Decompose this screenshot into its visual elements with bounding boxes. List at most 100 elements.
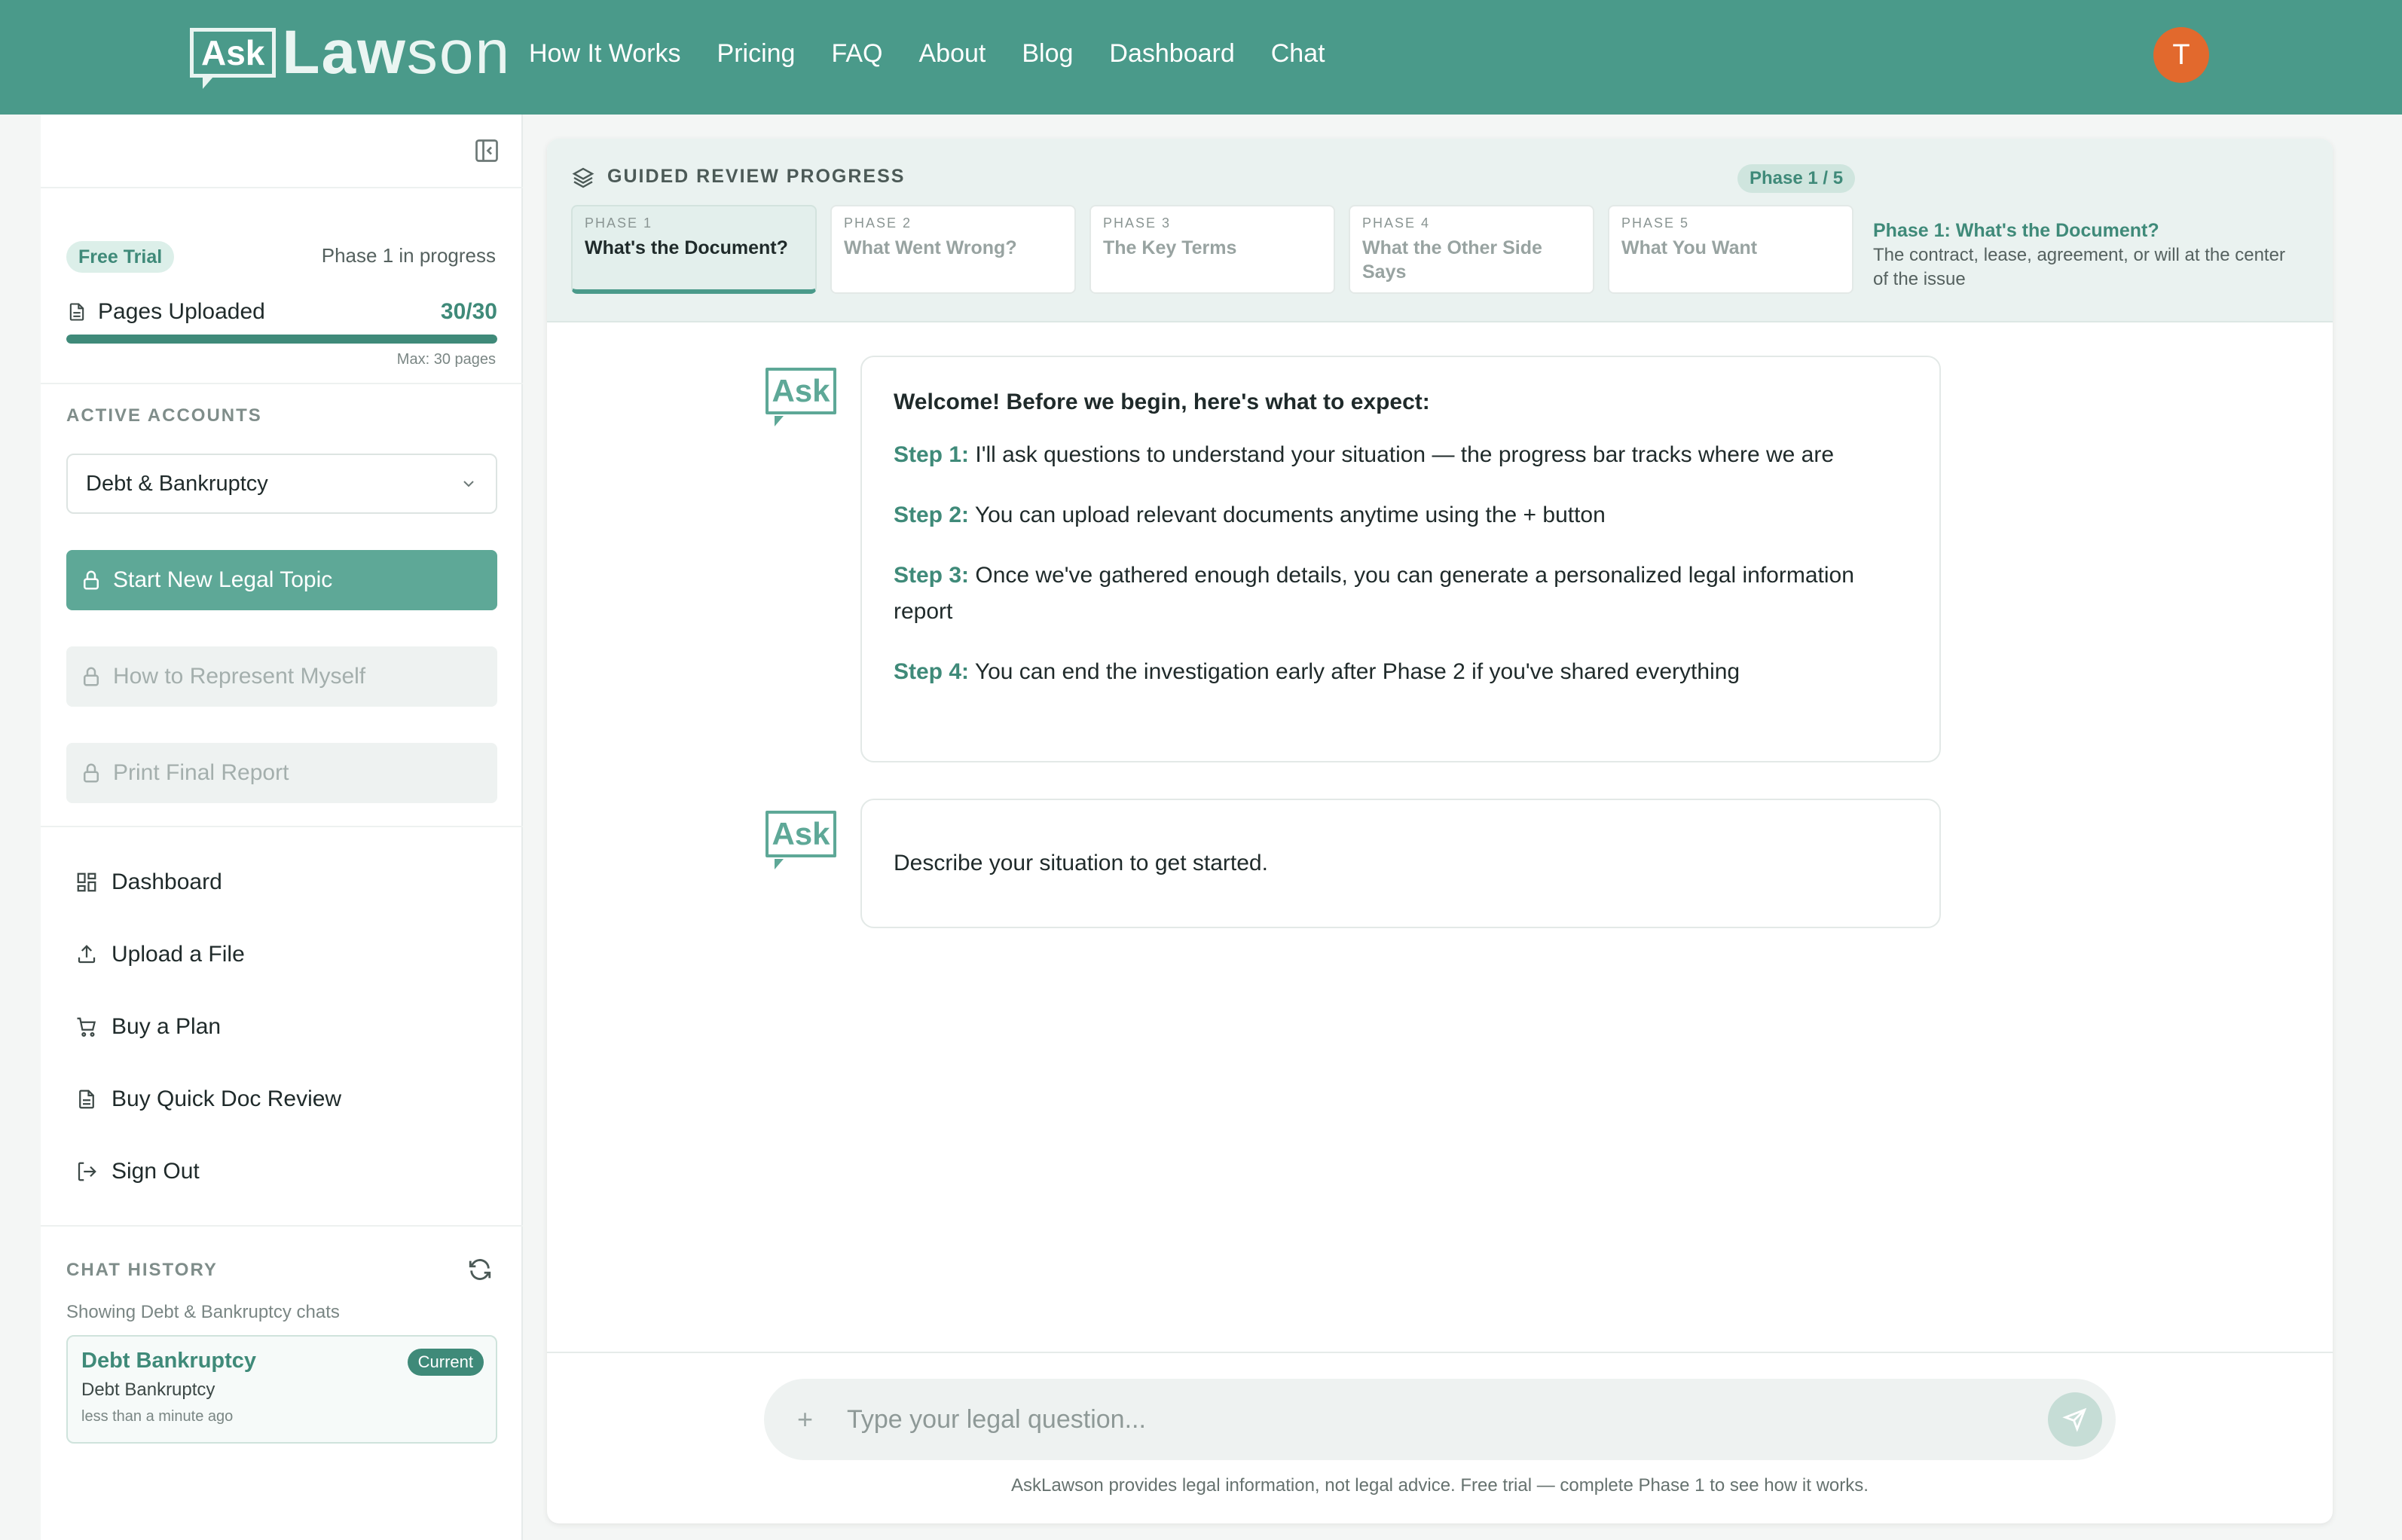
phase-step-4[interactable]: PHASE 4 What the Other Side Says <box>1349 205 1594 294</box>
chat-history-time: less than a minute ago <box>81 1408 234 1425</box>
chat-history-label: CHAT HISTORY <box>66 1260 218 1280</box>
logo-law-text: Law <box>282 18 407 87</box>
send-icon <box>2062 1407 2087 1432</box>
account-select-value: Debt & Bankruptcy <box>86 471 268 496</box>
nav-dashboard[interactable]: Dashboard <box>1109 36 1234 71</box>
pages-progress-fill <box>66 335 497 344</box>
sidebar: Free Trial Phase 1 in progress Pages Upl… <box>41 115 523 1540</box>
refresh-icon[interactable] <box>467 1257 493 1282</box>
sidebar-item-quick-doc-review[interactable]: Buy Quick Doc Review <box>75 1080 341 1118</box>
phase-number: PHASE 4 <box>1362 215 1431 231</box>
lock-icon <box>84 667 99 686</box>
chevron-down-icon <box>463 481 474 487</box>
step-text: You can upload relevant documents anytim… <box>974 503 1606 527</box>
phase-step-3[interactable]: PHASE 3 The Key Terms <box>1089 205 1335 294</box>
current-badge: Current <box>407 1349 484 1376</box>
sidebar-item-buy-plan[interactable]: Buy a Plan <box>75 1008 221 1046</box>
ask-assistant-avatar: Ask <box>766 811 836 869</box>
chat-history-item[interactable]: Debt Bankruptcy Debt Bankruptcy less tha… <box>66 1335 497 1444</box>
step-line: Step 1: I'll ask questions to understand… <box>894 437 1908 473</box>
start-new-topic-label: Start New Legal Topic <box>113 567 333 592</box>
nav-about[interactable]: About <box>918 36 986 71</box>
phase-name: What Went Wrong? <box>844 237 1017 258</box>
nav-pricing[interactable]: Pricing <box>717 36 796 71</box>
chat-history-subtitle: Debt Bankruptcy <box>81 1380 215 1400</box>
phase-step-5[interactable]: PHASE 5 What You Want <box>1608 205 1853 294</box>
phase-name: The Key Terms <box>1103 237 1237 258</box>
step-label: Step 3: <box>894 563 970 588</box>
document-icon <box>79 1089 94 1109</box>
pages-uploaded-label: Pages Uploaded <box>98 299 265 324</box>
print-final-report-label: Print Final Report <box>113 760 289 785</box>
guided-review-progress: GUIDED REVIEW PROGRESS Phase 1 / 5 PHASE… <box>547 139 2333 322</box>
send-button[interactable] <box>2048 1392 2102 1447</box>
cart-icon <box>77 1017 96 1037</box>
chat-panel: GUIDED REVIEW PROGRESS Phase 1 / 5 PHASE… <box>547 139 2333 1523</box>
layers-icon <box>572 167 594 188</box>
welcome-title: Welcome! Before we begin, here's what to… <box>894 390 1430 414</box>
active-accounts-label: ACTIVE ACCOUNTS <box>66 405 262 426</box>
current-phase-title: Phase 1: What's the Document? <box>1873 220 2159 241</box>
disclaimer-text: AskLawson provides legal information, no… <box>1011 1475 1869 1496</box>
free-trial-badge: Free Trial <box>66 241 175 273</box>
phase-status-text: Phase 1 in progress <box>321 244 496 267</box>
step-label: Step 2: <box>894 503 970 527</box>
represent-myself-label: How to Represent Myself <box>113 664 366 689</box>
step-line: Step 2: You can upload relevant document… <box>894 497 1908 533</box>
composer: + <box>764 1379 2116 1460</box>
top-nav-bar: Ask Law son How It Works Pricing FAQ Abo… <box>0 0 2402 115</box>
step-line: Step 4: You can end the investigation ea… <box>894 654 1908 690</box>
account-select[interactable]: Debt & Bankruptcy <box>66 454 497 514</box>
phase-step-2[interactable]: PHASE 2 What Went Wrong? <box>830 205 1076 294</box>
current-phase-description: Phase 1: What's the Document? The contra… <box>1873 220 2295 292</box>
step-text: Once we've gathered enough details, you … <box>894 563 1854 624</box>
chat-history-filter-note: Showing Debt & Bankruptcy chats <box>66 1302 340 1322</box>
step-text: You can end the investigation early afte… <box>974 659 1740 684</box>
step-line: Step 3: Once we've gathered enough detai… <box>894 558 1908 630</box>
nav-how-it-works[interactable]: How It Works <box>529 36 681 71</box>
sidebar-divider <box>41 383 523 384</box>
attach-plus-icon[interactable]: + <box>797 1404 827 1435</box>
sidebar-item-label: Sign Out <box>112 1159 200 1184</box>
phase-number: PHASE 3 <box>1103 215 1172 231</box>
sign-out-icon <box>78 1162 96 1181</box>
pages-uploaded-row: Pages Uploaded 30/30 <box>66 295 497 328</box>
asklawson-logo[interactable]: Ask Law son <box>190 18 511 89</box>
progress-title: GUIDED REVIEW PROGRESS <box>607 166 906 187</box>
phase-name: What You Want <box>1621 237 1758 258</box>
nav-faq[interactable]: FAQ <box>831 36 882 71</box>
pages-progress-bar <box>66 335 497 344</box>
sidebar-item-sign-out[interactable]: Sign Out <box>75 1153 200 1190</box>
sidebar-divider <box>41 187 523 188</box>
question-input[interactable] <box>847 1404 2048 1435</box>
phase-number: PHASE 2 <box>844 215 912 231</box>
sidebar-item-dashboard[interactable]: Dashboard <box>75 863 222 901</box>
logo-son-text: son <box>406 18 512 87</box>
composer-area: + AskLawson provides legal information, … <box>547 1352 2333 1523</box>
dashboard-icon <box>77 872 96 892</box>
sidebar-item-label: Buy Quick Doc Review <box>112 1086 342 1111</box>
assistant-prompt-message: Describe your situation to get started. <box>860 799 1941 928</box>
ask-assistant-avatar: Ask <box>766 368 836 426</box>
phase-step-1[interactable]: PHASE 1 What's the Document? <box>571 205 817 294</box>
print-final-report-button[interactable]: Print Final Report <box>66 743 497 803</box>
start-new-topic-button[interactable]: Start New Legal Topic <box>66 550 497 610</box>
phase-number: PHASE 1 <box>585 215 653 231</box>
nav-blog[interactable]: Blog <box>1022 36 1073 71</box>
upload-icon <box>78 945 96 964</box>
phase-name: What's the Document? <box>585 237 788 258</box>
phase-name: What the Other Side Says <box>1362 237 1542 283</box>
step-text: I'll ask questions to understand your si… <box>975 442 1835 467</box>
lock-icon <box>84 763 99 783</box>
nav-chat[interactable]: Chat <box>1271 36 1325 71</box>
lock-icon <box>84 570 99 590</box>
current-phase-body: The contract, lease, agreement, or will … <box>1873 245 2285 289</box>
represent-myself-button[interactable]: How to Represent Myself <box>66 646 497 707</box>
sidebar-divider <box>41 826 523 827</box>
sidebar-item-upload[interactable]: Upload a File <box>75 936 245 973</box>
sidebar-collapse-icon[interactable] <box>473 137 500 164</box>
step-label: Step 4: <box>894 659 970 684</box>
prompt-text: Describe your situation to get started. <box>894 851 1268 875</box>
phase-number: PHASE 5 <box>1621 215 1690 231</box>
user-avatar[interactable]: T <box>2153 27 2209 83</box>
